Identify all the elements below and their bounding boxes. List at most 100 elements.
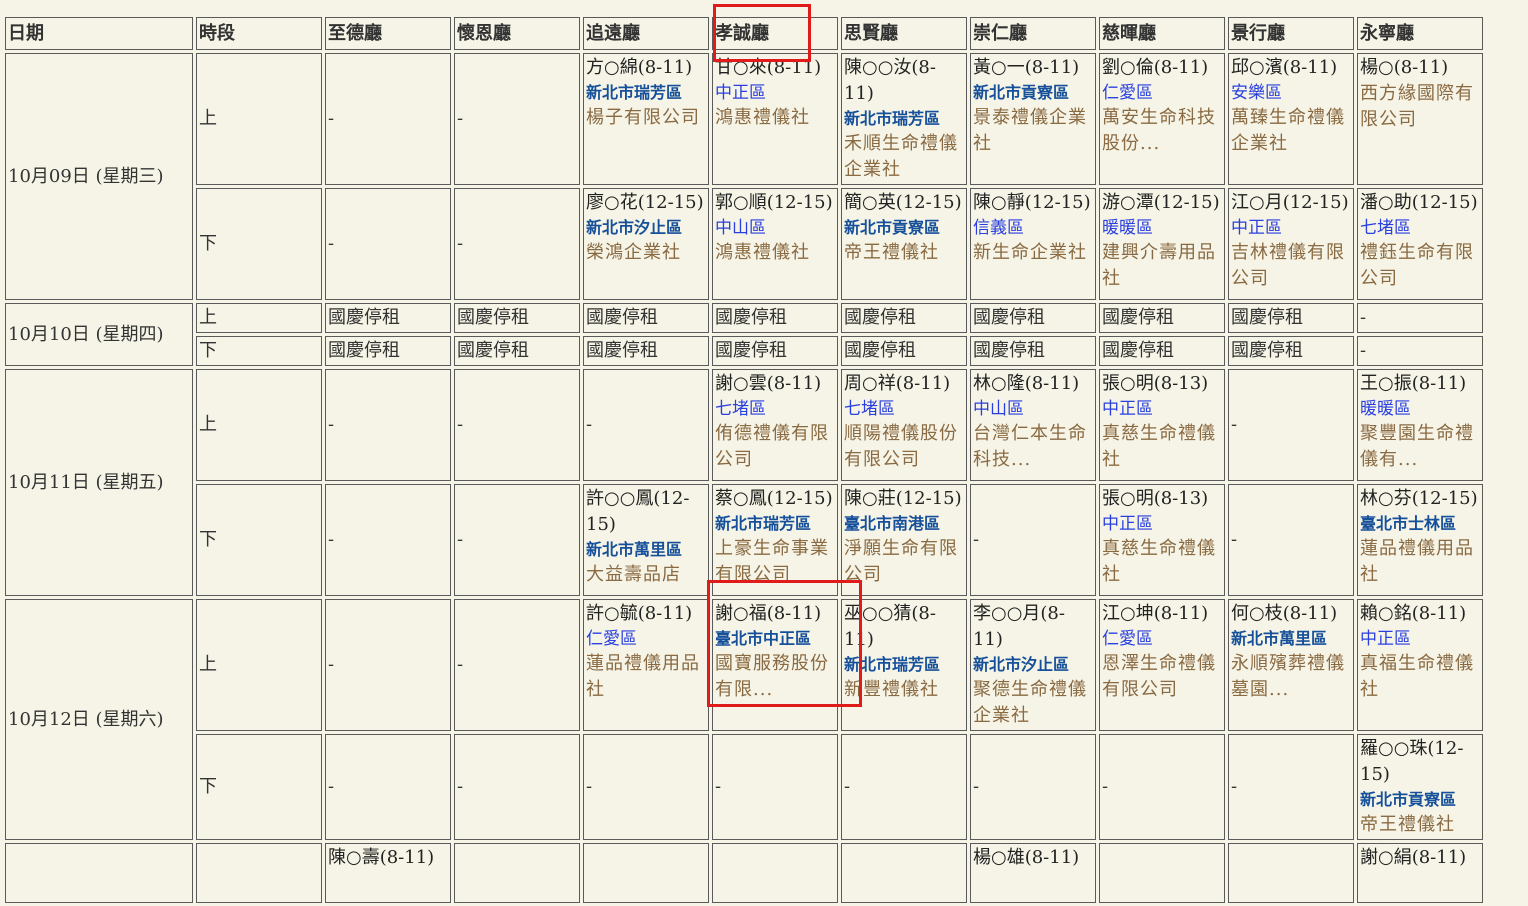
period-cell: 上	[196, 53, 322, 185]
booking-cell: -	[841, 734, 967, 840]
table-row: 10月12日 (星期六) 上 - - 許○毓(8-11) 仁愛區 蓮品禮儀用品社 謝○福(8-…	[5, 599, 1483, 840]
booking-cell: 國慶停租	[1228, 303, 1354, 333]
column-header: 日期	[5, 17, 193, 50]
district-link[interactable]: 中正區	[1102, 397, 1222, 421]
district-link[interactable]: 中正區	[1360, 627, 1480, 651]
period-cell: 下	[196, 188, 322, 300]
district-link[interactable]: 新北市汐止區	[586, 216, 706, 240]
funeral-company: 鴻惠禮儀社	[715, 107, 810, 128]
booking-cell: -	[712, 734, 838, 840]
column-header: 懷恩廳	[454, 17, 580, 50]
district-link[interactable]: 暖暖區	[1102, 216, 1222, 240]
district-link[interactable]: 中正區	[715, 81, 835, 105]
booking-cell: 謝○福(8-11) 臺北市中正區 國寶服務股份有限...	[712, 599, 838, 731]
cell-text: -	[973, 529, 980, 550]
district-link[interactable]: 新北市瑞芳區	[586, 81, 706, 105]
district-link[interactable]: 安樂區	[1231, 81, 1351, 105]
funeral-company: 帝王禮儀社	[844, 242, 939, 263]
cell-text: -	[586, 414, 593, 435]
cell-text: -	[1231, 776, 1238, 797]
deceased-name: 謝○福(8-11)	[715, 603, 822, 624]
column-header: 時段	[196, 17, 322, 50]
cell-text: 國慶停租	[1231, 307, 1303, 328]
column-header: 景行廳	[1228, 17, 1354, 50]
funeral-company: 淨願生命有限公司	[844, 538, 958, 585]
booking-cell: -	[1228, 484, 1354, 596]
column-header: 追遠廳	[583, 17, 709, 50]
district-link[interactable]: 七堵區	[1360, 216, 1480, 240]
cell-text: -	[328, 654, 335, 675]
district-link[interactable]: 信義區	[973, 216, 1093, 240]
district-link[interactable]: 仁愛區	[1102, 627, 1222, 651]
cell-text: 國慶停租	[586, 307, 658, 328]
district-link[interactable]: 新北市瑞芳區	[715, 512, 835, 536]
cell-text: -	[1102, 776, 1109, 797]
funeral-company: 侑德禮儀有限公司	[715, 423, 829, 470]
booking-cell: -	[583, 369, 709, 481]
deceased-name: 賴○銘(8-11)	[1360, 603, 1467, 624]
district-link[interactable]: 中山區	[973, 397, 1093, 421]
district-link[interactable]: 中正區	[1231, 216, 1351, 240]
district-link[interactable]: 新北市貢寮區	[1360, 788, 1480, 812]
funeral-company: 蓮品禮儀用品社	[1360, 538, 1474, 585]
district-link[interactable]: 七堵區	[715, 397, 835, 421]
district-link[interactable]: 七堵區	[844, 397, 964, 421]
district-link[interactable]: 新北市瑞芳區	[844, 107, 964, 131]
booking-cell: 國慶停租	[325, 336, 451, 366]
district-link[interactable]: 仁愛區	[586, 627, 706, 651]
district-link[interactable]: 臺北市士林區	[1360, 512, 1480, 536]
booking-cell: -	[1228, 369, 1354, 481]
district-link[interactable]: 新北市貢寮區	[973, 81, 1093, 105]
deceased-name: 甘○來(8-11)	[715, 57, 822, 78]
cell-text: -	[586, 776, 593, 797]
cell-text: 國慶停租	[844, 340, 916, 361]
booking-cell: 國慶停租	[841, 303, 967, 333]
booking-cell: 江○坤(8-11) 仁愛區 恩澤生命禮儀有限公司	[1099, 599, 1225, 731]
district-link[interactable]: 臺北市南港區	[844, 512, 964, 536]
date-cell: 10月11日 (星期五)	[5, 369, 193, 596]
date-cell: 10月09日 (星期三)	[5, 53, 193, 300]
booking-cell: -	[454, 369, 580, 481]
deceased-name: 邱○濱(8-11)	[1231, 57, 1338, 78]
column-header: 慈暉廳	[1099, 17, 1225, 50]
cell-text: -	[328, 529, 335, 550]
booking-cell: 許○○鳳(12-15) 新北市萬里區 大益壽品店	[583, 484, 709, 596]
deceased-name: 何○枝(8-11)	[1231, 603, 1338, 624]
booking-cell: 國慶停租	[970, 303, 1096, 333]
funeral-company: 上豪生命事業有限公司	[715, 538, 829, 585]
district-link[interactable]: 暖暖區	[1360, 397, 1480, 421]
booking-cell: 邱○濱(8-11) 安樂區 萬臻生命禮儀企業社	[1228, 53, 1354, 185]
booking-cell: -	[1357, 303, 1483, 333]
booking-cell: -	[325, 188, 451, 300]
district-link[interactable]: 新北市瑞芳區	[844, 653, 964, 677]
cell-text: -	[1360, 307, 1367, 328]
district-link[interactable]: 臺北市中正區	[715, 627, 835, 651]
table-row: 下 - - 許○○鳳(12-15) 新北市萬里區 大益壽品店 蔡○鳳(12-15) 新北市瑞芳…	[5, 484, 1483, 596]
cell-text: -	[715, 776, 722, 797]
schedule-table: 日期 時段 至德廳 懷恩廳 追遠廳 孝誠廳 思賢廳 崇仁廳 慈暉廳 景行廳 永寧廳 10月09日 (…	[2, 14, 1486, 906]
cell-text: 國慶停租	[457, 307, 529, 328]
cell-text: 國慶停租	[973, 340, 1045, 361]
deceased-name: 陳○靜(12-15)	[973, 192, 1091, 213]
district-link[interactable]: 仁愛區	[1102, 81, 1222, 105]
district-link[interactable]: 中正區	[1102, 512, 1222, 536]
district-link[interactable]: 新北市貢寮區	[844, 216, 964, 240]
booking-cell: 楊○(8-11) 西方緣國際有限公司	[1357, 53, 1483, 185]
booking-cell: 陳○莊(12-15) 臺北市南港區 淨願生命有限公司	[841, 484, 967, 596]
district-link[interactable]: 新北市萬里區	[1231, 627, 1351, 651]
booking-cell: -	[325, 369, 451, 481]
district-link[interactable]: 新北市萬里區	[586, 538, 706, 562]
deceased-name: 游○潭(12-15)	[1102, 192, 1220, 213]
booking-cell: 國慶停租	[1228, 336, 1354, 366]
period-cell: 上	[196, 303, 322, 333]
deceased-name: 江○坤(8-11)	[1102, 603, 1209, 624]
district-link[interactable]: 新北市汐止區	[973, 653, 1093, 677]
cell-text: -	[1231, 529, 1238, 550]
cell-text: 國慶停租	[586, 340, 658, 361]
booking-cell: 賴○銘(8-11) 中正區 真福生命禮儀社	[1357, 599, 1483, 731]
booking-cell: -	[325, 484, 451, 596]
funeral-company: 建興介壽用品社	[1102, 242, 1216, 289]
deceased-name: 楊○雄(8-11)	[973, 847, 1080, 868]
district-link[interactable]: 中山區	[715, 216, 835, 240]
booking-cell	[1099, 843, 1225, 903]
